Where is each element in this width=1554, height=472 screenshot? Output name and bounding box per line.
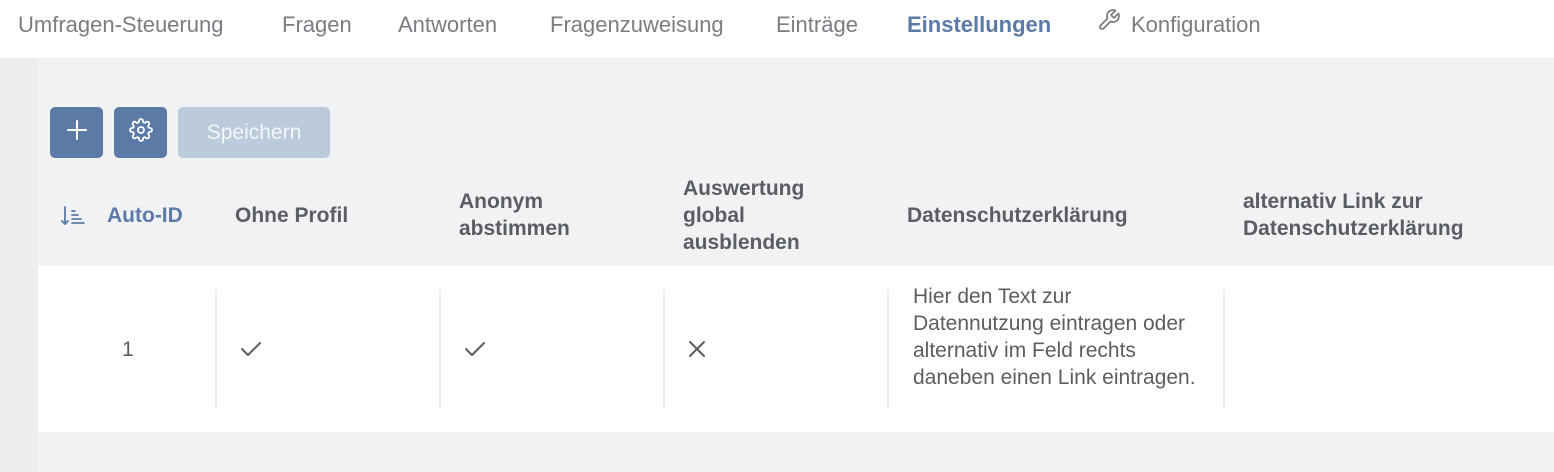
add-button[interactable]: [50, 107, 103, 158]
save-button[interactable]: Speichern: [178, 107, 330, 158]
table-row[interactable]: [38, 266, 1554, 432]
column-divider: [215, 290, 217, 408]
tab-konfiguration[interactable]: Konfiguration: [1097, 8, 1261, 40]
column-header-datenschutzerklaerung[interactable]: Datenschutzerklärung: [907, 202, 1128, 229]
column-divider: [887, 290, 889, 408]
cell-datenschutzerklaerung: Hier den Text zur Datennutzung eintragen…: [913, 285, 1196, 389]
x-icon: [687, 339, 707, 364]
top-navigation: Umfragen-Steuerung Fragen Antworten Frag…: [0, 0, 1554, 58]
left-strip: [0, 58, 38, 472]
sort-ascending-icon[interactable]: [60, 204, 86, 233]
tab-antworten[interactable]: Antworten: [398, 10, 497, 40]
check-icon: [240, 338, 262, 365]
column-divider: [439, 290, 441, 408]
tab-eintraege[interactable]: Einträge: [776, 10, 858, 40]
column-divider: [663, 290, 665, 408]
tab-konfiguration-label: Konfiguration: [1131, 12, 1261, 37]
column-header-auswertung-global-ausblenden[interactable]: Auswertung global ausblenden: [683, 175, 833, 256]
settings-button[interactable]: [114, 107, 167, 158]
column-header-anonym-abstimmen[interactable]: Anonym abstimmen: [459, 188, 629, 242]
plus-icon: [66, 119, 88, 146]
tab-umfragen-steuerung[interactable]: Umfragen-Steuerung: [18, 10, 223, 40]
gear-icon: [128, 118, 153, 147]
cell-auto-id: 1: [122, 338, 134, 361]
check-icon: [464, 338, 486, 365]
column-divider: [1223, 290, 1225, 408]
tab-fragenzuweisung[interactable]: Fragenzuweisung: [550, 10, 724, 40]
column-header-alternativ-link[interactable]: alternativ Link zur Datenschutzerklärung: [1243, 188, 1503, 242]
wrench-icon: [1097, 8, 1121, 40]
tab-einstellungen[interactable]: Einstellungen: [907, 10, 1051, 40]
tab-fragen[interactable]: Fragen: [282, 10, 352, 40]
column-header-auto-id[interactable]: Auto-ID: [107, 202, 183, 229]
column-header-ohne-profil[interactable]: Ohne Profil: [235, 202, 348, 229]
